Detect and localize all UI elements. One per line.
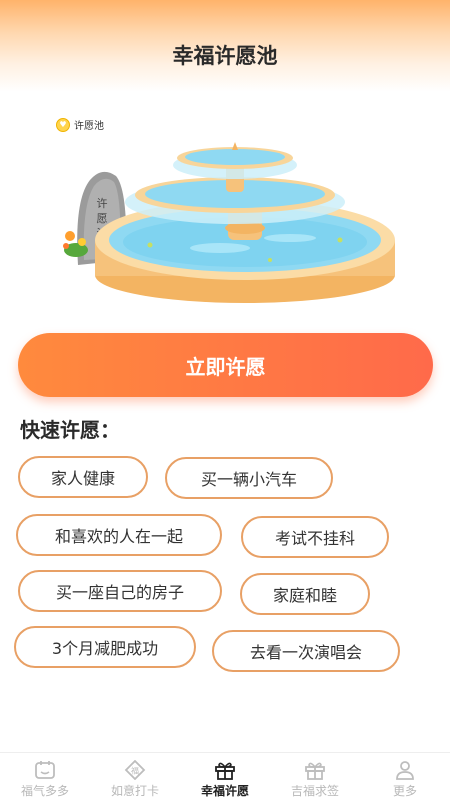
- wish-chip-pass-exam[interactable]: 考试不挂科: [241, 516, 389, 558]
- wish-chip-family-health[interactable]: 家人健康: [18, 456, 148, 498]
- page-title: 幸福许愿池: [172, 44, 278, 68]
- wish-chip-concert[interactable]: 去看一次演唱会: [212, 630, 400, 672]
- calendar-icon: [35, 761, 55, 779]
- quick-wish-title: 快速许愿：: [20, 418, 120, 442]
- tab-jifu-qiuqian[interactable]: 吉福求签: [270, 753, 360, 800]
- wish-chip-lose-weight[interactable]: 3个月减肥成功: [14, 626, 196, 668]
- tab-label: 幸福许愿: [200, 784, 249, 798]
- stone-char-1: 许: [97, 197, 108, 210]
- tab-fuqi-duoduo[interactable]: 福气多多: [0, 753, 90, 800]
- svg-text:福: 福: [131, 767, 139, 776]
- make-wish-button[interactable]: 立即许愿: [18, 333, 433, 397]
- stone-char-2: 愿: [97, 212, 108, 225]
- bottom-tab-bar: 福气多多 福 如意打卡 幸福许愿 吉福求签 更多: [0, 752, 450, 800]
- tab-label: 更多: [392, 784, 417, 798]
- tab-label: 吉福求签: [290, 784, 339, 798]
- wishing-pool-illustration: 许 愿 池: [63, 142, 395, 303]
- gift-box-icon: [305, 762, 325, 780]
- tab-more[interactable]: 更多: [360, 753, 450, 800]
- wish-chip-own-house[interactable]: 买一座自己的房子: [18, 570, 222, 612]
- user-icon: [396, 761, 414, 780]
- wish-chip-buy-car[interactable]: 买一辆小汽车: [165, 457, 333, 499]
- tab-xingfu-xuyuan[interactable]: 幸福许愿: [180, 753, 270, 800]
- tab-label: 如意打卡: [110, 784, 159, 798]
- fu-badge-icon: 福: [124, 760, 146, 780]
- gift-icon: [215, 762, 235, 780]
- tab-label: 福气多多: [20, 784, 69, 798]
- tab-ruyi-daka[interactable]: 福 如意打卡: [90, 753, 180, 800]
- wish-chip-family-harmony[interactable]: 家庭和睦: [240, 573, 370, 615]
- wish-chip-with-loved-one[interactable]: 和喜欢的人在一起: [16, 514, 222, 556]
